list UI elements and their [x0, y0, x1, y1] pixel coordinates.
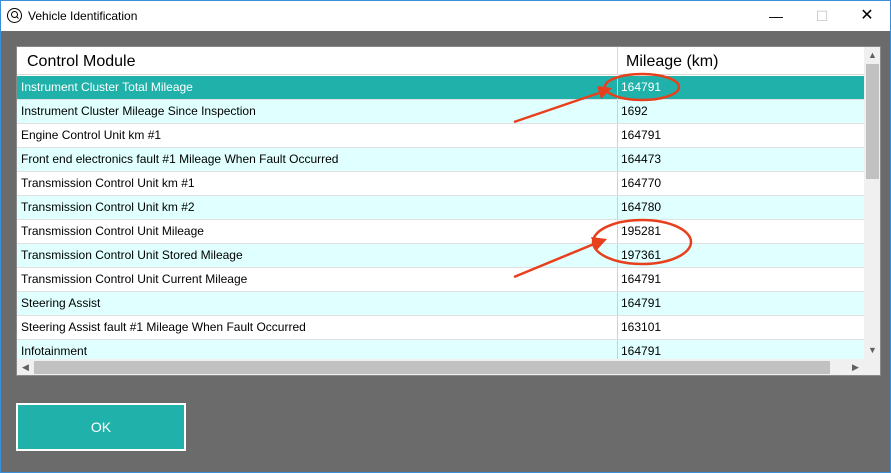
table-row[interactable]: Front end electronics fault #1 Mileage W… [17, 148, 864, 172]
cell-control-module: Transmission Control Unit Stored Mileage [17, 244, 618, 267]
cell-control-module: Steering Assist [17, 292, 618, 315]
vertical-scrollbar[interactable]: ▲ ▼ [864, 47, 880, 359]
cell-control-module: Transmission Control Unit Current Mileag… [17, 268, 618, 291]
window-title: Vehicle Identification [28, 9, 138, 23]
table-row[interactable]: Transmission Control Unit Stored Mileage… [17, 244, 864, 268]
scroll-down-arrow-icon[interactable]: ▼ [864, 342, 880, 359]
cell-mileage: 164473 [621, 152, 662, 166]
cell-mileage: 164791 [621, 128, 662, 142]
cell-control-module: Transmission Control Unit km #1 [17, 172, 618, 195]
maximize-button: ☐ [815, 8, 829, 24]
magnifier-icon [7, 8, 22, 23]
cell-mileage: 1692 [621, 104, 648, 118]
cell-mileage: 164791 [621, 80, 662, 94]
table-row[interactable]: Instrument Cluster Total Mileage 164791 [17, 76, 864, 100]
table-row[interactable]: Transmission Control Unit Current Mileag… [17, 268, 864, 292]
cell-mileage: 195281 [621, 224, 662, 238]
cell-mileage: 164791 [621, 296, 662, 310]
horizontal-scrollbar[interactable]: ◀ ▶ [17, 359, 864, 375]
table-row[interactable]: Steering Assist 164791 [17, 292, 864, 316]
vehicle-identification-window: Vehicle Identification — ☐ ✕ Control Mod… [0, 0, 891, 473]
table-row[interactable]: Transmission Control Unit km #1 164770 [17, 172, 864, 196]
cell-control-module: Steering Assist fault #1 Mileage When Fa… [17, 316, 618, 339]
mileage-grid[interactable]: Control Module Mileage (km) Instrument C… [16, 46, 881, 376]
table-row[interactable]: Steering Assist fault #1 Mileage When Fa… [17, 316, 864, 340]
cell-control-module: Instrument Cluster Mileage Since Inspect… [17, 100, 618, 123]
table-row[interactable]: Transmission Control Unit km #2 164780 [17, 196, 864, 220]
cell-control-module: Transmission Control Unit Mileage [17, 220, 618, 243]
vertical-scroll-thumb[interactable] [866, 64, 879, 179]
grid-rows: Instrument Cluster Total Mileage 164791 In… [17, 76, 864, 364]
cell-control-module: Front end electronics fault #1 Mileage W… [17, 148, 618, 171]
minimize-button[interactable]: — [753, 1, 799, 31]
cell-control-module: Transmission Control Unit km #2 [17, 196, 618, 219]
close-button[interactable]: ✕ [844, 1, 890, 31]
cell-mileage: 197361 [621, 248, 662, 262]
cell-mileage: 164791 [621, 272, 662, 286]
cell-mileage: 164780 [621, 200, 662, 214]
cell-mileage: 163101 [621, 320, 662, 334]
cell-control-module: Instrument Cluster Total Mileage [17, 76, 618, 99]
cell-control-module: Engine Control Unit km #1 [17, 124, 618, 147]
table-row[interactable]: Transmission Control Unit Mileage 195281 [17, 220, 864, 244]
column-header-mileage[interactable]: Mileage (km) [618, 47, 864, 75]
column-header-control-module[interactable]: Control Module [17, 47, 618, 75]
table-row[interactable]: Instrument Cluster Mileage Since Inspect… [17, 100, 864, 124]
scroll-left-arrow-icon[interactable]: ◀ [17, 359, 34, 375]
horizontal-scroll-thumb[interactable] [34, 361, 830, 374]
scroll-up-arrow-icon[interactable]: ▲ [864, 47, 880, 64]
grid-header: Control Module Mileage (km) [17, 47, 864, 75]
cell-mileage: 164770 [621, 176, 662, 190]
table-row[interactable]: Engine Control Unit km #1 164791 [17, 124, 864, 148]
scrollbar-corner [864, 359, 880, 375]
scroll-right-arrow-icon[interactable]: ▶ [847, 359, 864, 375]
ok-button[interactable]: OK [16, 403, 186, 451]
title-bar: Vehicle Identification — ☐ ✕ [1, 1, 890, 31]
